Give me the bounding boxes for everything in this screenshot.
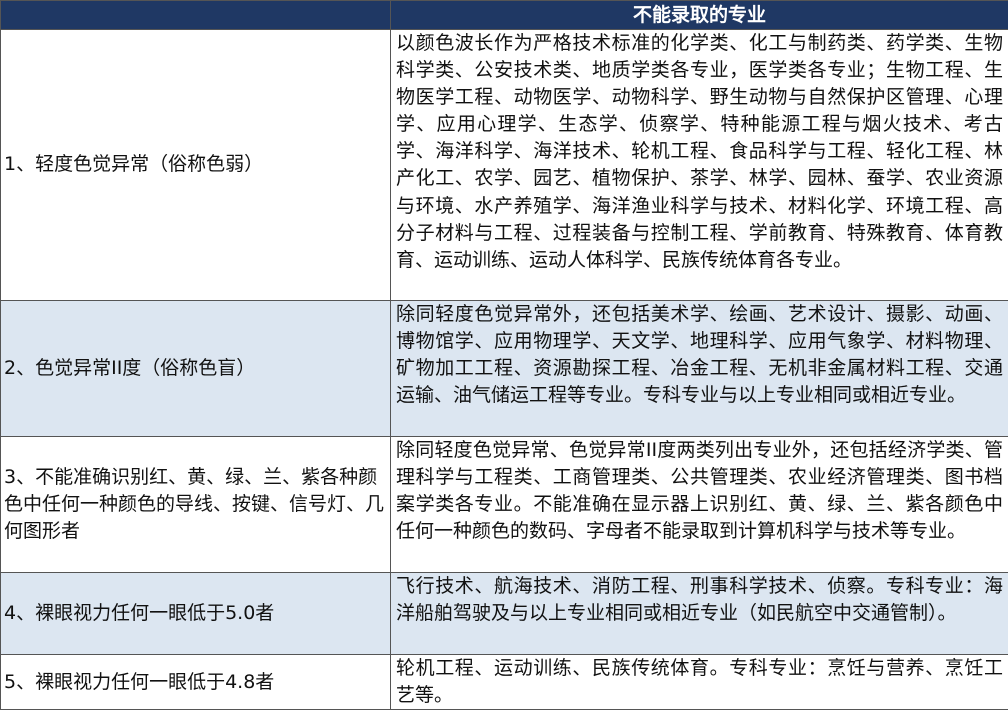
condition-cell: 2、色觉异常II度（俗称色盲） [1,301,391,437]
majors-cell: 轮机工程、运动训练、民族传统体育。专科专业：烹饪与营养、烹饪工艺等。 [391,655,1008,710]
majors-cell: 飞行技术、航海技术、消防工程、刑事科学技术、侦察。专科专业：海洋船舶驾驶及与以上… [391,573,1008,655]
table-header-row: 不能录取的专业 [1,1,1008,30]
table-row: 5、裸眼视力任何一眼低于4.8者 轮机工程、运动训练、民族传统体育。专科专业：烹… [1,655,1008,710]
header-majors-cell: 不能录取的专业 [391,1,1008,30]
condition-cell: 4、裸眼视力任何一眼低于5.0者 [1,573,391,655]
majors-cell: 以颜色波长作为严格技术标准的化学类、化工与制药类、药学类、生物科学类、公安技术类… [391,30,1008,301]
table-row: 1、轻度色觉异常（俗称色弱） 以颜色波长作为严格技术标准的化学类、化工与制药类、… [1,30,1008,301]
header-condition-cell [1,1,391,30]
majors-cell: 除同轻度色觉异常、色觉异常II度两类列出专业外，还包括经济学类、管理科学与工程类… [391,437,1008,573]
majors-cell: 除同轻度色觉异常外，还包括美术学、绘画、艺术设计、摄影、动画、博物馆学、应用物理… [391,301,1008,437]
table-row: 3、不能准确识别红、黄、绿、兰、紫各种颜色中任何一种颜色的导线、按键、信号灯、几… [1,437,1008,573]
restriction-table: 不能录取的专业 1、轻度色觉异常（俗称色弱） 以颜色波长作为严格技术标准的化学类… [0,0,1008,710]
condition-cell: 1、轻度色觉异常（俗称色弱） [1,30,391,301]
table-row: 2、色觉异常II度（俗称色盲） 除同轻度色觉异常外，还包括美术学、绘画、艺术设计… [1,301,1008,437]
condition-cell: 3、不能准确识别红、黄、绿、兰、紫各种颜色中任何一种颜色的导线、按键、信号灯、几… [1,437,391,573]
condition-cell: 5、裸眼视力任何一眼低于4.8者 [1,655,391,710]
table-row: 4、裸眼视力任何一眼低于5.0者 飞行技术、航海技术、消防工程、刑事科学技术、侦… [1,573,1008,655]
